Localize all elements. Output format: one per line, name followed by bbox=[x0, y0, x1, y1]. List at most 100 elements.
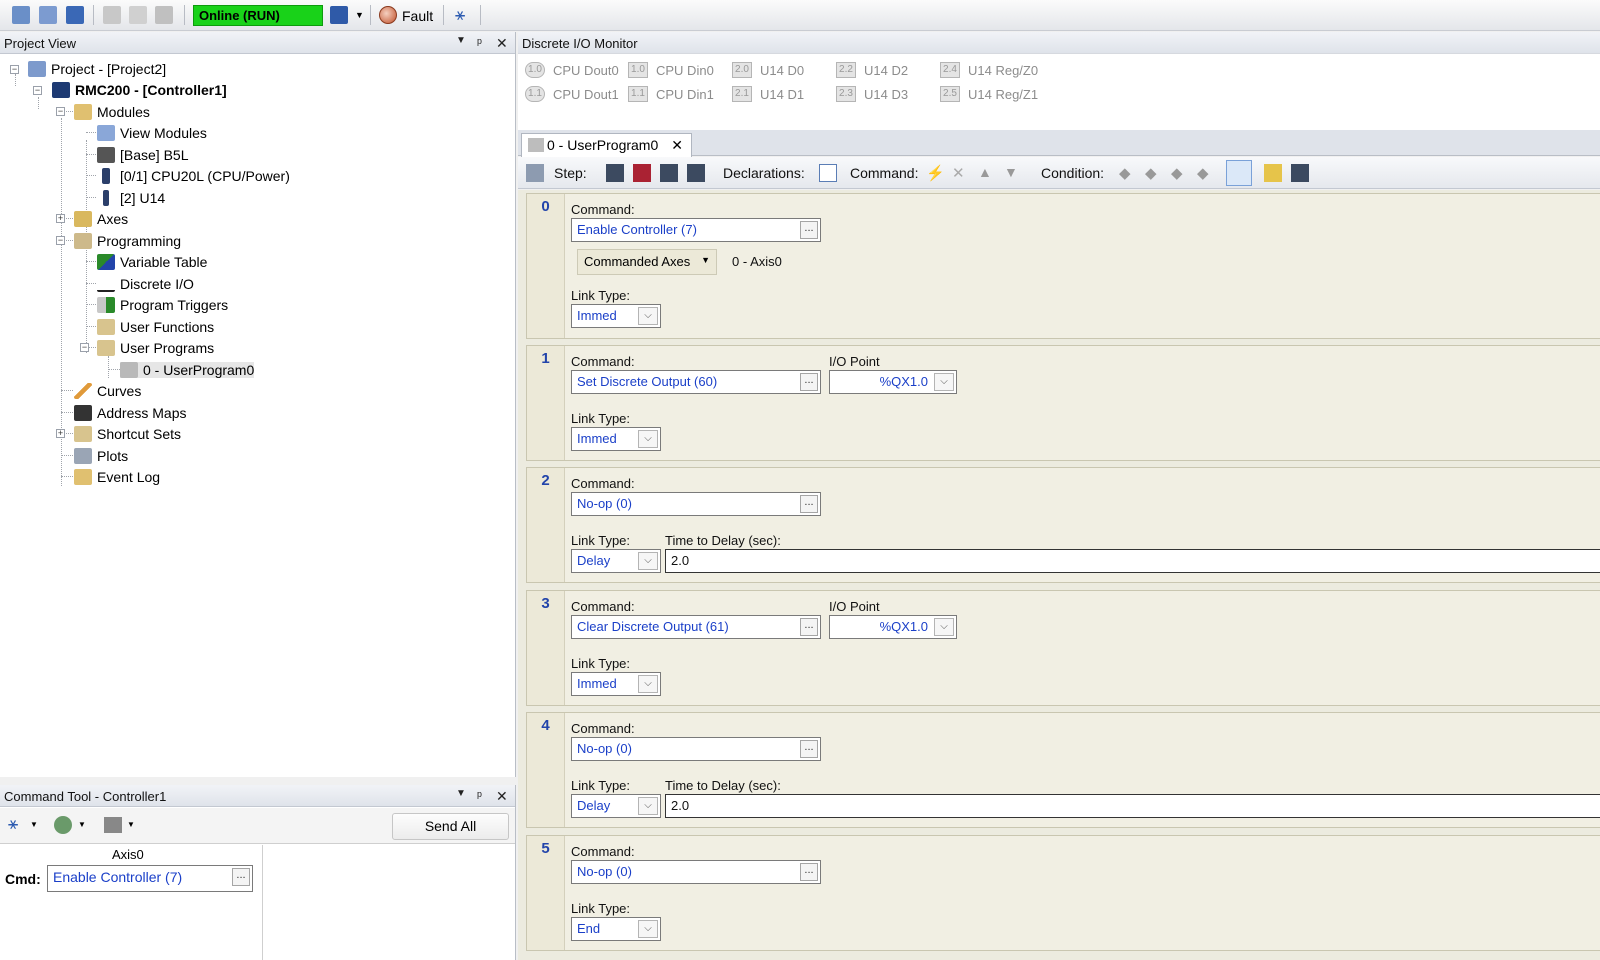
collapse-toggle[interactable]: − bbox=[56, 236, 65, 245]
io-led[interactable]: 1.0 bbox=[525, 62, 545, 78]
tree-item-discrete-io[interactable]: Discrete I/O bbox=[97, 276, 194, 292]
chevron-down-icon[interactable]: ▼ bbox=[127, 820, 135, 829]
tree-item-curves[interactable]: Curves bbox=[74, 383, 141, 399]
io-led[interactable]: 2.4 bbox=[940, 62, 960, 78]
io-point-select[interactable]: %QX1.0 ⌵ bbox=[829, 615, 957, 639]
cut-icon[interactable] bbox=[103, 6, 121, 24]
new-project-icon[interactable] bbox=[12, 6, 30, 24]
delete-step-icon[interactable] bbox=[633, 164, 651, 182]
command-up-icon[interactable]: ▲ bbox=[978, 164, 996, 182]
ellipsis-button[interactable]: ... bbox=[232, 868, 250, 886]
link-type-select[interactable]: Immed ⌵ bbox=[571, 304, 661, 328]
tree-item-shortcut-sets[interactable]: Shortcut Sets bbox=[74, 426, 181, 442]
ellipsis-button[interactable]: ... bbox=[800, 618, 818, 636]
save-icon[interactable] bbox=[66, 6, 84, 24]
paste-icon[interactable] bbox=[155, 6, 173, 24]
close-icon[interactable]: ✕ bbox=[496, 35, 508, 52]
step-number[interactable]: 1 bbox=[527, 346, 565, 460]
io-led[interactable]: 2.0 bbox=[732, 62, 752, 78]
command-field[interactable]: No-op (0)... bbox=[571, 492, 821, 516]
delay-input[interactable]: 2.0 bbox=[665, 549, 1600, 573]
online-status[interactable]: Online (RUN) bbox=[193, 5, 323, 26]
delay-input[interactable]: 2.0 bbox=[665, 794, 1600, 818]
tree-item-view-modules[interactable]: View Modules bbox=[97, 125, 207, 141]
chevron-down-icon[interactable]: ▼ bbox=[456, 35, 466, 46]
report-icon[interactable] bbox=[1291, 164, 1309, 182]
tree-item-userprogram0[interactable]: 0 - UserProgram0 bbox=[120, 362, 255, 378]
link-type-select[interactable]: Immed ⌵ bbox=[571, 427, 661, 451]
tree-item-u14[interactable]: [2] U14 bbox=[97, 190, 165, 206]
print-icon[interactable] bbox=[526, 164, 544, 182]
controller-mode-icon[interactable] bbox=[330, 6, 348, 24]
command-field[interactable]: No-op (0)... bbox=[571, 737, 821, 761]
collapse-toggle[interactable]: − bbox=[33, 86, 42, 95]
link-type-select[interactable]: Delay ⌵ bbox=[571, 794, 661, 818]
tree-item-modules[interactable]: Modules bbox=[74, 104, 150, 120]
collapse-toggle[interactable]: − bbox=[80, 343, 89, 352]
command-field[interactable]: Clear Discrete Output (61)... bbox=[571, 615, 821, 639]
tab-userprogram0[interactable]: 0 - UserProgram0 ✕ bbox=[521, 133, 692, 157]
pin-icon[interactable]: ᵖ bbox=[477, 35, 482, 50]
add-command-icon[interactable]: ⚡ bbox=[926, 164, 945, 182]
ellipsis-button[interactable]: ... bbox=[800, 495, 818, 513]
io-led[interactable]: 2.1 bbox=[732, 86, 752, 102]
send-all-button[interactable]: Send All bbox=[392, 813, 509, 840]
chevron-down-icon[interactable]: ▼ bbox=[456, 788, 466, 799]
step-number[interactable]: 5 bbox=[527, 836, 565, 950]
tree-item-controller[interactable]: RMC200 - [Controller1] bbox=[52, 82, 227, 98]
io-led[interactable]: 1.0 bbox=[628, 62, 648, 78]
commanded-axes-dropdown[interactable]: Commanded Axes ▼ bbox=[577, 249, 717, 275]
tree-item-program-triggers[interactable]: Program Triggers bbox=[97, 297, 228, 313]
link-type-select[interactable]: Immed ⌵ bbox=[571, 672, 661, 696]
condition-up-icon[interactable]: ◆ bbox=[1171, 164, 1189, 182]
io-led[interactable]: 2.2 bbox=[836, 62, 856, 78]
chevron-down-icon[interactable]: ⌵ bbox=[638, 675, 658, 693]
tree-item-variable-table[interactable]: Variable Table bbox=[97, 254, 207, 270]
tab-close-icon[interactable]: ✕ bbox=[671, 137, 683, 154]
ellipsis-button[interactable]: ... bbox=[800, 221, 818, 239]
tree-item-user-programs[interactable]: User Programs bbox=[97, 340, 214, 356]
step-number[interactable]: 0 bbox=[527, 194, 565, 338]
fault-icon[interactable] bbox=[379, 6, 397, 24]
cmd-field[interactable]: Enable Controller (7) ... bbox=[47, 865, 253, 892]
fault-label[interactable]: Fault bbox=[402, 8, 433, 24]
ellipsis-button[interactable]: ... bbox=[800, 863, 818, 881]
command-field[interactable]: Enable Controller (7)... bbox=[571, 218, 821, 242]
tree-item-base[interactable]: [Base] B5L bbox=[97, 147, 189, 163]
tree-item-plots[interactable]: Plots bbox=[74, 448, 128, 464]
tree-item-user-functions[interactable]: User Functions bbox=[97, 319, 214, 335]
tree-item-cpu[interactable]: [0/1] CPU20L (CPU/Power) bbox=[97, 168, 290, 184]
insert-step-icon[interactable] bbox=[606, 164, 624, 182]
collapse-toggle[interactable]: − bbox=[10, 65, 19, 74]
ellipsis-button[interactable]: ... bbox=[800, 373, 818, 391]
tree-item-axes[interactable]: Axes bbox=[74, 211, 128, 227]
axis-select-icon[interactable] bbox=[54, 816, 72, 834]
command-field[interactable]: No-op (0)... bbox=[571, 860, 821, 884]
ellipsis-button[interactable]: ... bbox=[800, 740, 818, 758]
view-options-icon[interactable] bbox=[104, 817, 122, 833]
view-toggle-icon[interactable] bbox=[1226, 160, 1252, 186]
io-led[interactable]: 1.1 bbox=[525, 86, 545, 102]
declarations-icon[interactable] bbox=[819, 164, 837, 182]
expand-toggle[interactable]: + bbox=[56, 214, 65, 223]
tree-item-project[interactable]: Project - [Project2] bbox=[28, 61, 166, 77]
delete-condition-icon[interactable]: ◆ bbox=[1145, 164, 1163, 182]
chevron-down-icon[interactable]: ⌵ bbox=[934, 373, 954, 391]
delete-command-icon[interactable]: ✕ bbox=[952, 164, 970, 182]
tree-item-programming[interactable]: Programming bbox=[74, 233, 181, 249]
link-type-select[interactable]: End ⌵ bbox=[571, 917, 661, 941]
expand-toggle[interactable]: + bbox=[56, 429, 65, 438]
io-led[interactable]: 2.3 bbox=[836, 86, 856, 102]
chevron-down-icon[interactable]: ▼ bbox=[355, 10, 364, 20]
command-field[interactable]: Set Discrete Output (60)... bbox=[571, 370, 821, 394]
collapse-toggle[interactable]: − bbox=[56, 107, 65, 116]
step-down-icon[interactable] bbox=[687, 164, 705, 182]
chevron-down-icon[interactable]: ⌵ bbox=[638, 430, 658, 448]
pin-icon[interactable]: ᵖ bbox=[477, 788, 482, 803]
chevron-down-icon[interactable]: ⌵ bbox=[638, 797, 658, 815]
step-number[interactable]: 4 bbox=[527, 713, 565, 827]
chevron-down-icon[interactable]: ⌵ bbox=[638, 920, 658, 938]
io-led[interactable]: 1.1 bbox=[628, 86, 648, 102]
io-led[interactable]: 2.5 bbox=[940, 86, 960, 102]
open-project-icon[interactable] bbox=[39, 6, 57, 24]
